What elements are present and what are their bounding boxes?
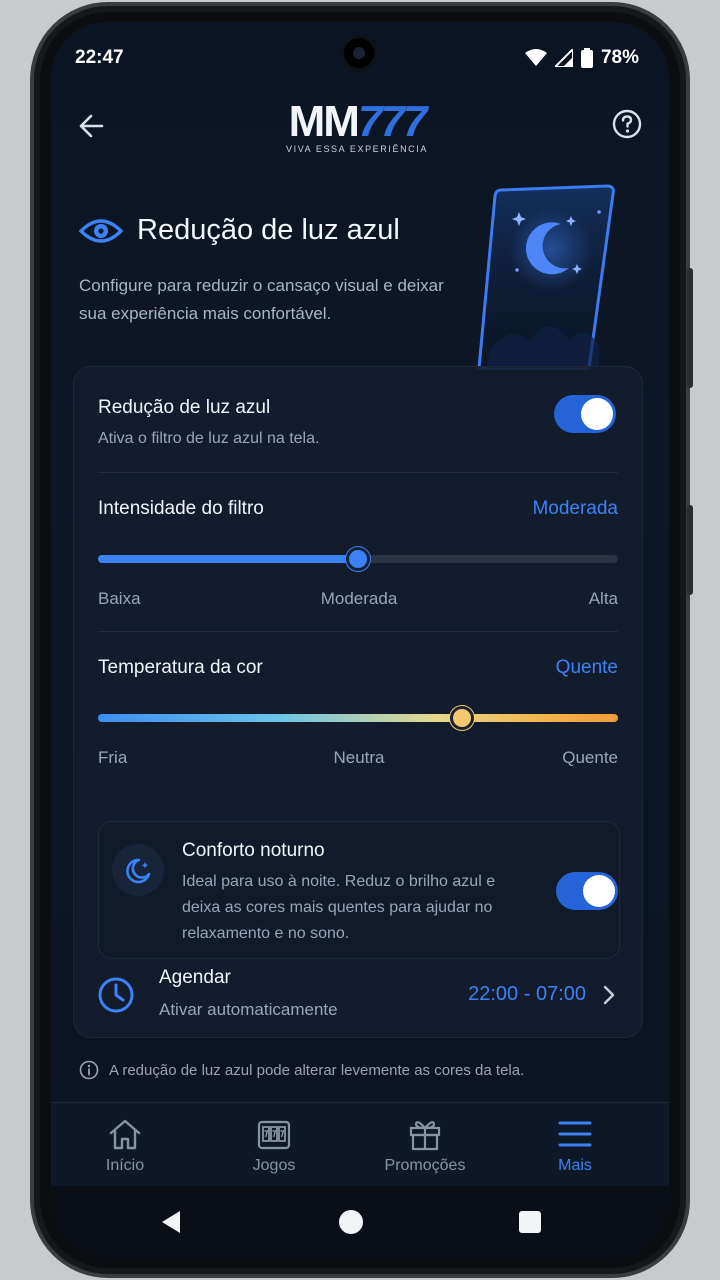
night-comfort-description: Ideal para uso à noite. Reduz o brilho a… bbox=[182, 873, 496, 942]
back-button[interactable] bbox=[73, 108, 109, 144]
battery-percent: 78% bbox=[600, 47, 639, 68]
clock-icon bbox=[98, 977, 134, 1013]
nav-item-inicio[interactable]: Início bbox=[65, 1117, 185, 1175]
night-comfort-panel: Conforto noturno Ideal para uso à noite.… bbox=[98, 821, 620, 959]
volume-button bbox=[687, 268, 693, 388]
page-title: Redução de luz azul bbox=[137, 214, 400, 246]
status-time: 22:47 bbox=[75, 47, 124, 68]
system-home-button[interactable] bbox=[339, 1210, 363, 1234]
temperature-slider-thumb[interactable] bbox=[450, 706, 474, 730]
wifi-icon bbox=[524, 49, 547, 66]
screen: 22:47 78% MM777 VIVA ESSA EXPERIÊNCIA Re… bbox=[51, 22, 669, 1258]
help-button[interactable] bbox=[611, 108, 643, 140]
logo-tagline: VIVA ESSA EXPERIÊNCIA bbox=[286, 144, 428, 154]
blue-light-toggle[interactable] bbox=[554, 395, 616, 433]
schedule-time: 22:00 - 07:00 bbox=[468, 983, 586, 1005]
divider bbox=[98, 631, 618, 632]
help-icon bbox=[612, 109, 642, 139]
info-icon bbox=[79, 1060, 99, 1080]
system-navigation-bar bbox=[51, 1186, 669, 1258]
intensity-title: Intensidade do filtro bbox=[98, 498, 264, 519]
toggle-knob bbox=[583, 875, 615, 907]
schedule-title: Agendar bbox=[159, 967, 231, 988]
temperature-scale-cold: Fria bbox=[98, 748, 128, 767]
intensity-slider-thumb[interactable] bbox=[346, 547, 370, 571]
intensity-value: Moderada bbox=[532, 498, 618, 519]
battery-icon bbox=[580, 48, 593, 68]
divider bbox=[98, 472, 618, 473]
nav-item-promocoes[interactable]: Promoções bbox=[365, 1117, 485, 1175]
system-recents-button[interactable] bbox=[519, 1211, 541, 1233]
intensity-slider[interactable] bbox=[98, 547, 618, 571]
nav-label: Início bbox=[105, 1157, 145, 1174]
temperature-scale-neutral: Neutra bbox=[333, 748, 385, 767]
bottom-navigation: Início Jogos Promoções Mais bbox=[51, 1102, 669, 1192]
night-comfort-toggle[interactable] bbox=[556, 872, 618, 910]
slot-machine-icon bbox=[257, 1120, 291, 1150]
menu-icon bbox=[558, 1121, 592, 1147]
night-comfort-title: Conforto noturno bbox=[182, 840, 325, 861]
nav-label: Promoções bbox=[384, 1157, 466, 1174]
phone-moon-illustration bbox=[477, 184, 615, 370]
logo-wordmark: MM777 bbox=[288, 97, 428, 146]
arrow-left-icon bbox=[79, 114, 104, 138]
temperature-value: Quente bbox=[555, 657, 618, 678]
page-title-row: Redução de luz azul bbox=[79, 214, 400, 247]
moon-icon bbox=[112, 844, 164, 896]
info-note-text: A redução de luz azul pode alterar levem… bbox=[109, 1061, 525, 1079]
brand-logo: MM777 VIVA ESSA EXPERIÊNCIA bbox=[271, 97, 443, 155]
intensity-scale-low: Baixa bbox=[98, 589, 141, 608]
settings-card: Redução de luz azul Ativa o filtro de lu… bbox=[73, 366, 643, 1038]
front-camera bbox=[344, 38, 374, 68]
info-note: A redução de luz azul pode alterar levem… bbox=[79, 1060, 524, 1080]
schedule-subtitle: Ativar automaticamente bbox=[159, 1000, 338, 1019]
app-header: MM777 VIVA ESSA EXPERIÊNCIA bbox=[51, 100, 669, 160]
home-icon bbox=[109, 1119, 141, 1150]
temperature-scale-warm: Quente bbox=[562, 748, 618, 767]
eye-icon bbox=[79, 218, 123, 243]
nav-item-jogos[interactable]: Jogos bbox=[214, 1117, 334, 1175]
intensity-slider-fill bbox=[98, 555, 358, 563]
temperature-slider[interactable] bbox=[98, 706, 618, 730]
toggle-knob bbox=[581, 398, 613, 430]
status-icons: 78% bbox=[524, 47, 639, 69]
temperature-title: Temperatura da cor bbox=[98, 657, 263, 678]
gift-icon bbox=[409, 1121, 441, 1151]
page-description: Configure para reduzir o cansaço visual … bbox=[79, 276, 444, 323]
chevron-right-icon bbox=[603, 985, 615, 1005]
nav-item-mais[interactable]: Mais bbox=[515, 1117, 635, 1175]
power-button bbox=[687, 505, 693, 595]
system-back-button[interactable] bbox=[159, 1210, 183, 1234]
intensity-scale-mid: Moderada bbox=[320, 589, 398, 608]
blue-light-subtitle: Ativa o filtro de luz azul na tela. bbox=[98, 430, 320, 447]
blue-light-title: Redução de luz azul bbox=[98, 397, 271, 418]
nav-label: Jogos bbox=[252, 1157, 296, 1174]
nav-label: Mais bbox=[558, 1157, 592, 1174]
intensity-scale-high: Alta bbox=[588, 589, 618, 608]
signal-icon bbox=[554, 49, 573, 67]
